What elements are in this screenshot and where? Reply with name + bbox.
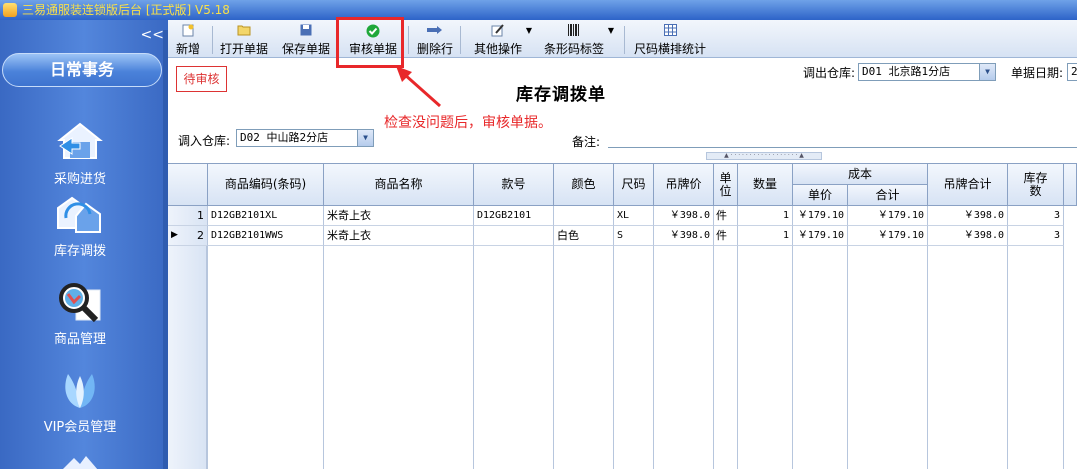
cell-unit[interactable]: 件 [714,206,738,226]
edit-icon [470,24,526,38]
cell-code[interactable]: D12GB2101XL [208,206,324,226]
collapse-sidebar-icon[interactable]: << [141,28,164,42]
window-titlebar: 三易通服装连锁版后台 [正式版] V5.18 [0,0,1077,20]
sidebar-item-label: 采购进货 [53,172,106,187]
cell-style[interactable]: D12GB2101 [474,206,554,226]
warehouse-transfer-icon [56,192,104,236]
page-title: 库存调拨单 [516,85,606,105]
column-header-extra [1064,164,1077,206]
cell-tag-price[interactable]: ￥398.0 [654,206,714,226]
toolbar: 新增 打开单据 保存单据 审核单据 删除行 其他操作 ▼ 条形码标签 ▼ 尺码横… [168,20,1077,58]
cell-cost-unit[interactable]: ￥179.10 [793,206,848,226]
current-row-icon: ▶ [171,230,178,240]
cell-color[interactable] [554,206,614,226]
column-header-stock[interactable]: 库存数 [1008,164,1064,206]
audit-highlight-box [336,17,404,68]
column-header-cost-total[interactable]: 合计 [848,185,928,206]
window-title: 三易通服装连锁版后台 [正式版] V5.18 [22,3,230,17]
new-button[interactable]: 新增 [174,24,202,56]
cell-tag-price[interactable]: ￥398.0 [654,226,714,246]
sidebar-item-products[interactable]: 商品管理 [0,280,160,347]
column-header-name[interactable]: 商品名称 [324,164,474,206]
app-icon [3,3,17,17]
row-header-column [168,246,207,469]
delete-row-icon [416,24,454,38]
grid-table-icon [634,24,706,38]
cell-color[interactable]: 白色 [554,226,614,246]
remark-field[interactable] [608,147,1077,148]
size-stats-button[interactable]: 尺码横排统计 [634,24,706,56]
sidebar-item-label: 商品管理 [53,332,106,347]
cell-stock[interactable]: 3 [1008,206,1064,226]
other-actions-dropdown[interactable]: 其他操作 ▼ [470,24,532,56]
date-label: 单据日期: [1011,66,1064,80]
row-number[interactable]: 1 [168,206,208,226]
cell-cost-total[interactable]: ￥179.10 [848,206,928,226]
out-warehouse-label: 调出仓库: [803,66,856,80]
column-header-size[interactable]: 尺码 [614,164,654,206]
floppy-icon [282,24,330,38]
cell-qty[interactable]: 1 [738,226,793,246]
sidebar: << 日常事务 采购进货 库存调拨 商品管理 VIP会员管理 [0,20,168,469]
cell-tag-total[interactable]: ￥398.0 [928,206,1008,226]
in-warehouse-label: 调入仓库: [178,134,231,148]
cell-style[interactable] [474,226,554,246]
date-field[interactable]: 2 [1067,63,1077,81]
annotation-text: 检查没问题后，审核单据。 [384,115,552,131]
magnifier-icon [56,280,104,324]
house-arrow-icon [56,120,104,164]
column-header-cost-unit[interactable]: 单价 [793,185,848,206]
dropdown-arrow-icon: ▼ [525,26,532,35]
cell-tag-total[interactable]: ￥398.0 [928,226,1008,246]
cell-name[interactable]: 米奇上衣 [324,226,474,246]
transfer-items-table: 商品编码(条码) 商品名称 款号 颜色 尺码 吊牌价 单位 数量 成本 单价 合… [168,163,1077,469]
annotation-arrow-icon [396,66,441,108]
remark-label: 备注: [572,135,601,149]
chevron-down-icon: ▼ [979,64,995,80]
cell-cost-total[interactable]: ￥179.10 [848,226,928,246]
delete-row-button[interactable]: 删除行 [416,24,454,56]
cell-code[interactable]: D12GB2101WWS [208,226,324,246]
barcode-icon [542,24,606,38]
cell-size[interactable]: XL [614,206,654,226]
column-header-style[interactable]: 款号 [474,164,554,206]
new-doc-icon [174,24,202,38]
column-header-code[interactable]: 商品编码(条码) [208,164,324,206]
in-warehouse-select[interactable]: D02 中山路2分店 ▼ [236,129,374,147]
sidebar-item-label: 库存调拨 [53,244,106,259]
cell-name[interactable]: 米奇上衣 [324,206,474,226]
column-header-qty[interactable]: 数量 [738,164,793,206]
cell-size[interactable]: S [614,226,654,246]
sidebar-item-transfer[interactable]: 库存调拨 [0,192,160,259]
cell-stock[interactable]: 3 [1008,226,1064,246]
cell-cost-unit[interactable]: ￥179.10 [793,226,848,246]
column-header-cost: 成本 [793,164,928,185]
leaf-icon [56,368,104,412]
barcode-label-dropdown[interactable]: 条形码标签 ▼ [542,24,614,56]
row-number[interactable]: ▶ 2 [168,226,208,246]
sidebar-section-daily[interactable]: 日常事务 [2,53,162,87]
sidebar-item-vip[interactable]: VIP会员管理 [0,368,160,435]
chevron-down-icon: ▼ [357,130,373,146]
status-badge: 待审核 [176,66,227,92]
splitter-handle[interactable]: ▲ · · · · · · · · · · · · · · · · · · ▲ [706,152,822,160]
out-warehouse-select[interactable]: D01 北京路1分店 ▼ [858,63,996,81]
folder-icon [220,24,268,38]
column-header-color[interactable]: 颜色 [554,164,614,206]
column-header-tag-price[interactable]: 吊牌价 [654,164,714,206]
column-header-tag-total[interactable]: 吊牌合计 [928,164,1008,206]
cell-unit[interactable]: 件 [714,226,738,246]
open-button[interactable]: 打开单据 [220,24,268,56]
cell-qty[interactable]: 1 [738,206,793,226]
column-header-unit[interactable]: 单位 [714,164,738,206]
row-header-corner [168,164,208,206]
sidebar-item-label: VIP会员管理 [43,420,117,435]
dropdown-arrow-icon: ▼ [607,26,614,35]
save-button[interactable]: 保存单据 [282,24,330,56]
sidebar-item-purchase[interactable]: 采购进货 [0,120,160,187]
mountain-icon [62,456,98,469]
